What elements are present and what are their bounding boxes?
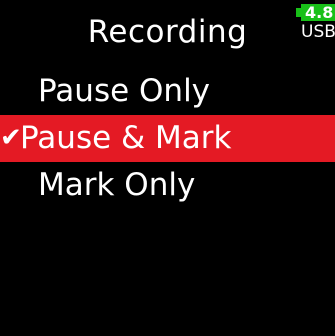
menu-item-pause-and-mark[interactable]: ✔ Pause & Mark: [0, 115, 335, 162]
checkmark-icon: ✔: [0, 123, 22, 153]
menu-item-label: Pause Only: [38, 73, 211, 109]
menu-item-label: Pause & Mark: [20, 120, 232, 156]
menu-item-mark-only[interactable]: Mark Only: [0, 162, 335, 209]
header-bar: Recording 4.8 USB: [0, 0, 335, 68]
menu-item-label: Mark Only: [38, 167, 196, 203]
battery-level: 4.8: [301, 4, 335, 21]
power-source-label: USB: [301, 22, 335, 42]
screen-title: Recording: [87, 14, 248, 50]
device-screen: Recording 4.8 USB Pause Only ✔ Pause & M…: [0, 0, 335, 336]
menu-item-pause-only[interactable]: Pause Only: [0, 68, 335, 115]
recording-menu: Pause Only ✔ Pause & Mark Mark Only: [0, 68, 335, 209]
battery-indicator: 4.8 USB: [296, 4, 335, 42]
